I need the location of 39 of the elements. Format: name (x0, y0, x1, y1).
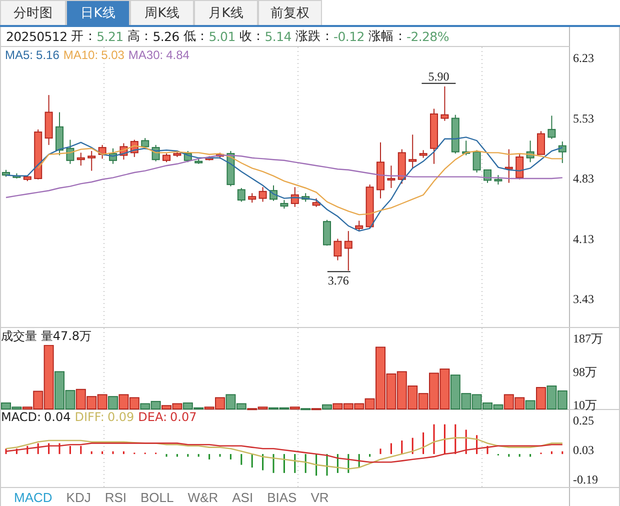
axis-label: -0.19 (573, 472, 598, 487)
axis-label: 3.43 (573, 292, 594, 306)
quote-value: 5.14 (264, 29, 292, 44)
legend-value: 0.07 (170, 410, 197, 424)
quote-label: 收： (239, 28, 265, 45)
legend-value: 4.84 (166, 48, 190, 62)
axis-label: 6.23 (573, 51, 594, 66)
legend-label: MA30: (128, 48, 164, 62)
axis-label: 0.25 (573, 413, 594, 428)
quote-label: 涨幅： (368, 28, 406, 45)
legend-label: DIFF: (74, 410, 104, 424)
legend-value: 0.04 (44, 410, 71, 424)
quote-label: 高： (127, 28, 153, 45)
quote-date: 20250512 (6, 29, 68, 44)
quote-value: -2.28% (406, 29, 449, 44)
legend-label: DEA: (138, 410, 168, 424)
axis-label: 5.53 (573, 111, 594, 126)
high-price-label: 5.90 (421, 69, 456, 84)
legend-label: MA5: (5, 48, 34, 62)
legend-label: MA10: (63, 48, 98, 62)
volume-label: 成交量 量47.8万 (1, 328, 92, 345)
quote-value: 5.26 (152, 29, 180, 44)
quote-value: -0.12 (334, 29, 364, 44)
low-price-label: 3.76 (326, 271, 351, 288)
axis-label: 0.03 (573, 442, 594, 457)
quote-value: 5.21 (96, 29, 124, 44)
axis-label: 10万 (573, 398, 597, 412)
quote-value: 5.01 (208, 29, 236, 44)
axis-label: 4.13 (573, 232, 594, 246)
axis-label: 98万 (573, 365, 597, 380)
quote-label: 开： (71, 28, 97, 45)
axis-label: 4.83 (573, 172, 594, 186)
quote-label: 低： (183, 28, 209, 45)
legend-value: 5.16 (36, 48, 60, 62)
axis-label: 187万 (573, 332, 603, 346)
legend-value: 0.09 (107, 410, 134, 424)
legend-label: MACD: (1, 410, 42, 424)
legend-value: 5.03 (101, 48, 124, 62)
quote-label: 涨跌： (295, 28, 334, 45)
